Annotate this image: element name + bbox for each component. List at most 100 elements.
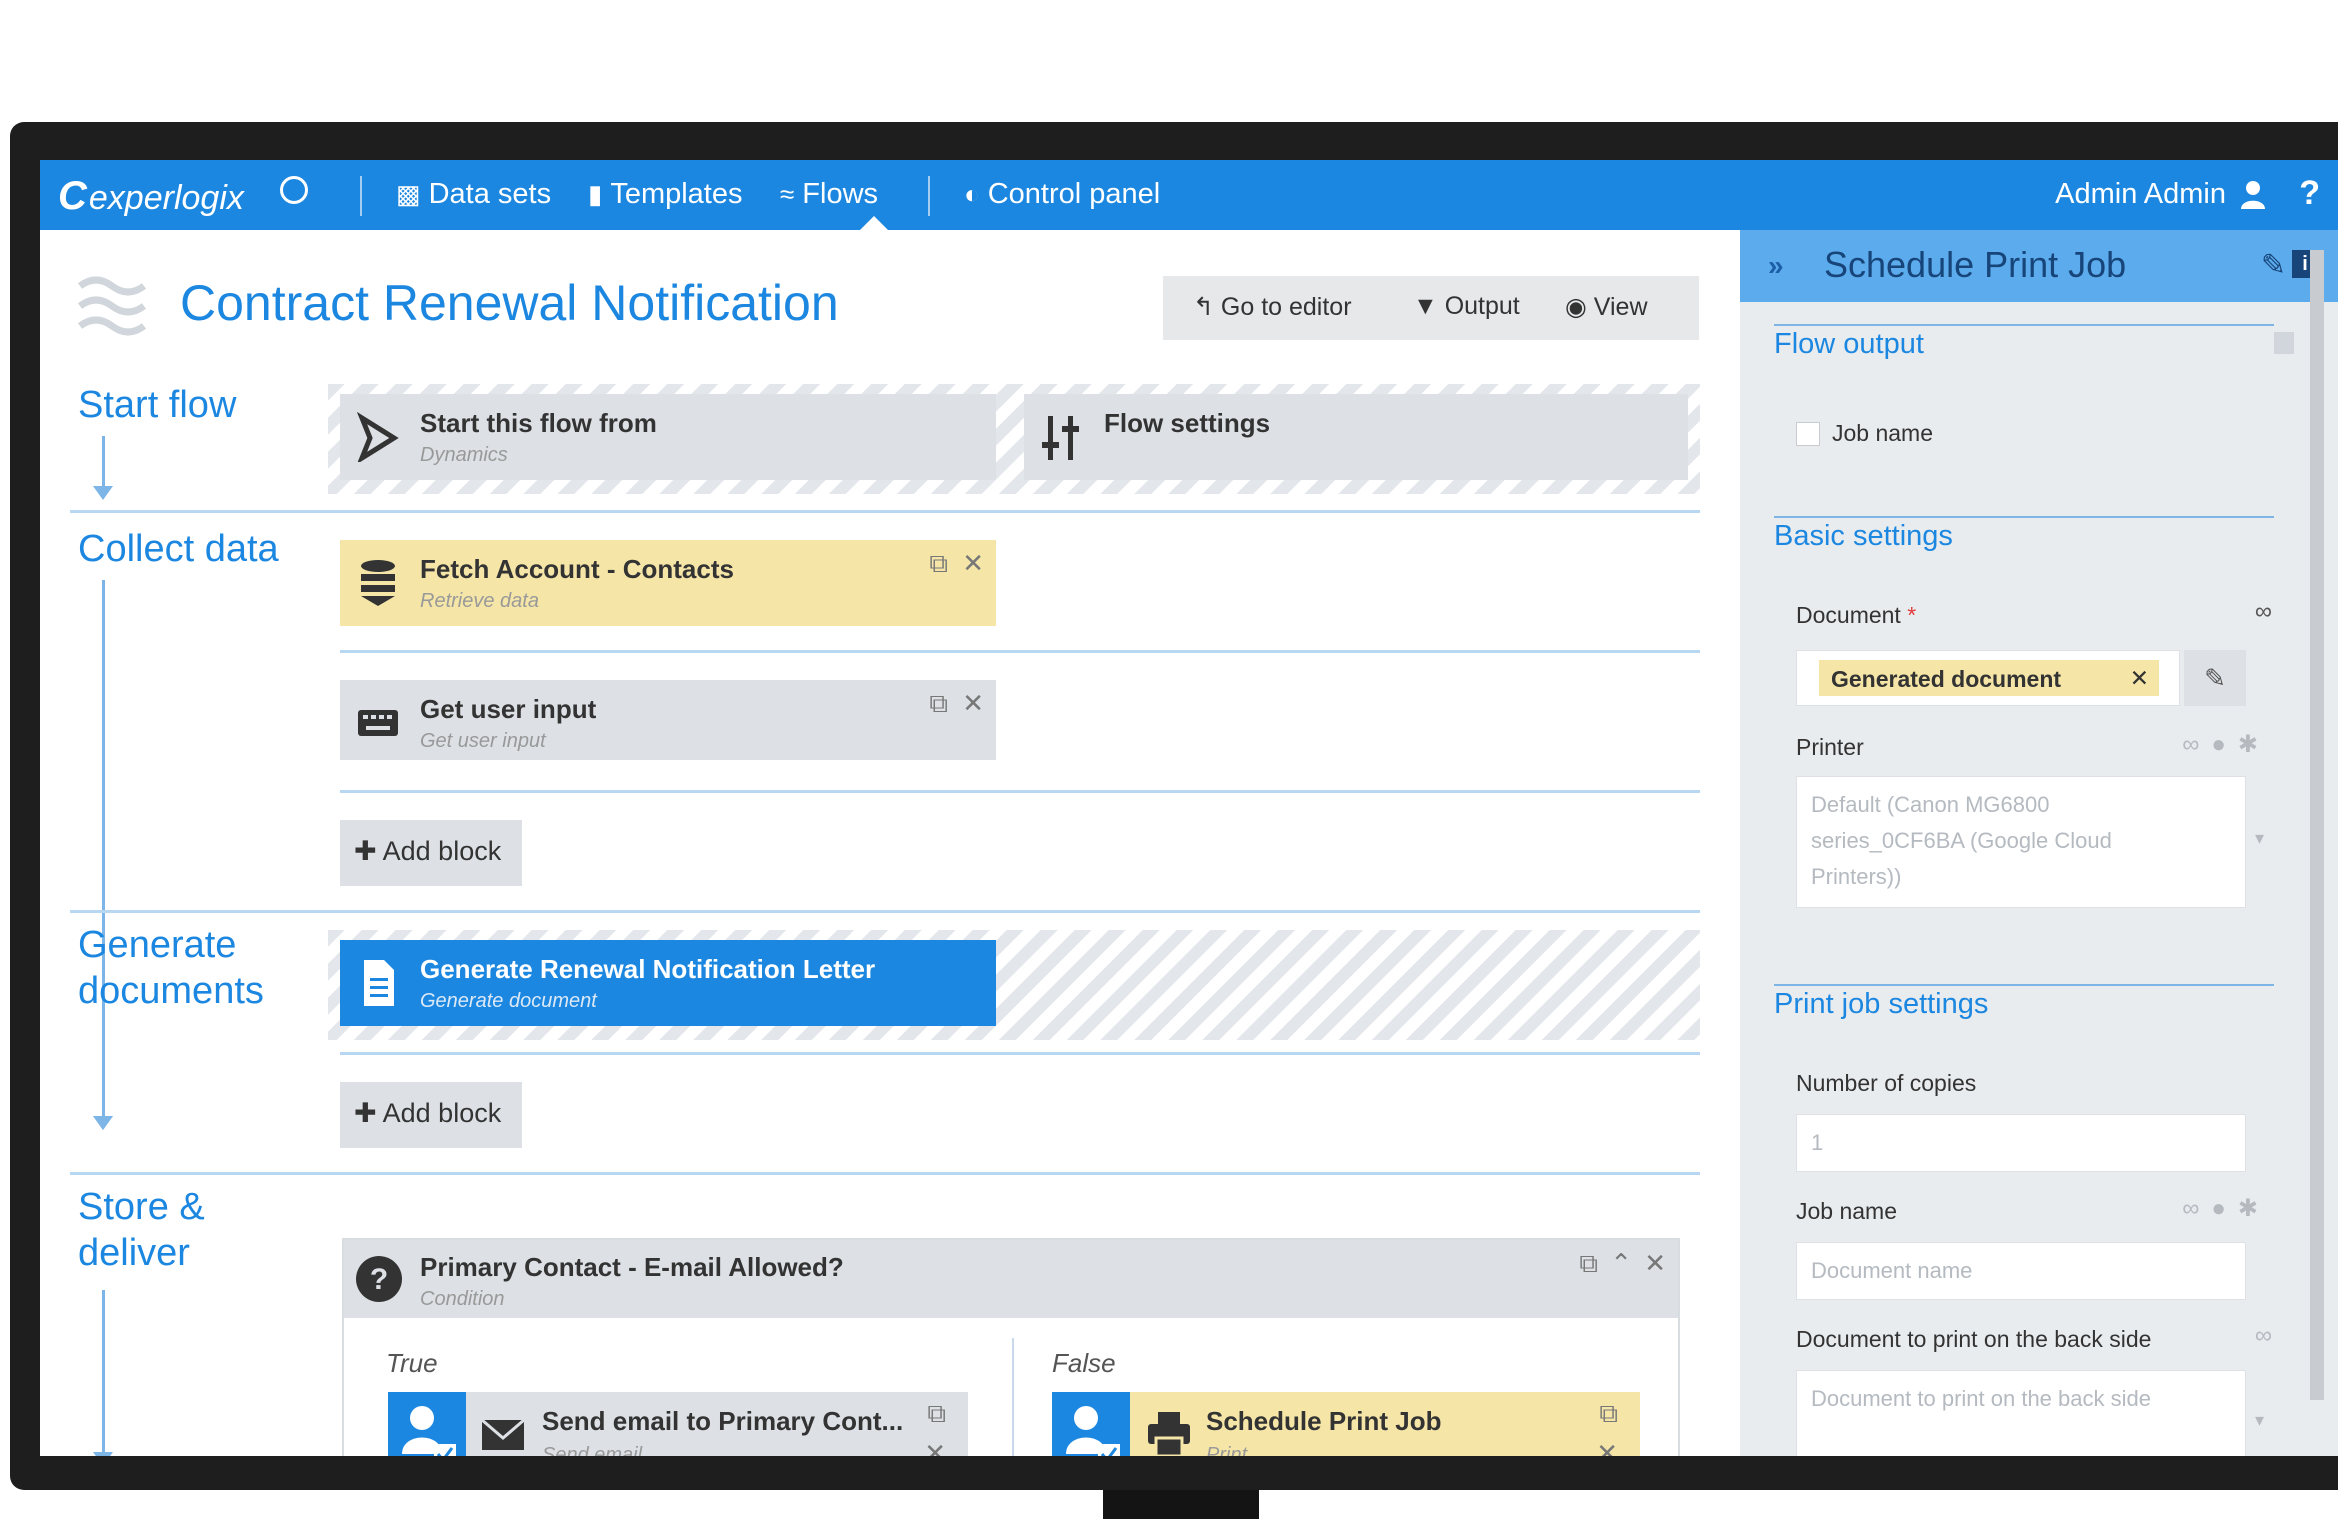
start-from-block[interactable]: Start this flow from Dynamics — [340, 394, 996, 480]
job-name-checkbox[interactable] — [1796, 422, 1820, 446]
go-to-editor-button[interactable]: ↰ Go to editor — [1193, 292, 1352, 322]
close-icon[interactable]: ✕ — [962, 688, 984, 719]
generate-letter-block[interactable]: Generate Renewal Notification Letter Gen… — [340, 940, 996, 1026]
copy-icon[interactable]: ⧉ — [929, 688, 948, 720]
nav-control-panel[interactable]: ◐ Control panel — [964, 178, 1160, 211]
condition-header[interactable]: ? Primary Contact - E-mail Allowed? Cond… — [344, 1240, 1678, 1318]
basic-settings-heading: Basic settings — [1774, 520, 1953, 552]
section-divider — [1774, 984, 2274, 986]
active-nav-indicator — [860, 216, 888, 230]
printer-select[interactable]: Default (Canon MG6800 series_0CF6BA (Goo… — [1796, 776, 2246, 908]
monitor-stand — [1103, 1490, 1259, 1519]
block-separator — [340, 1052, 1700, 1055]
job-name-label: Job name — [1796, 1198, 1898, 1224]
database-icon — [361, 560, 395, 606]
field-option-icons[interactable]: ∞●✱ — [2182, 730, 2270, 759]
page-toolbar: ↰ Go to editor ▼ Output ◉ View — [1163, 276, 1699, 340]
stage-store-deliver: Store & deliver — [78, 1186, 205, 1274]
nav-divider — [928, 176, 930, 216]
copy-icon[interactable]: ⧉ — [1599, 1398, 1618, 1430]
back-side-select[interactable]: Document to print on the back side — [1796, 1370, 2246, 1456]
close-icon[interactable]: ✕ — [1596, 1438, 1618, 1456]
edit-document-button[interactable]: ✎ — [2184, 650, 2246, 706]
add-block-button[interactable]: ✚ Add block — [340, 1082, 522, 1148]
chevron-down-icon[interactable]: ▾ — [2255, 828, 2264, 849]
collapse-panel-icon[interactable]: » — [1768, 250, 1784, 282]
keyboard-icon — [358, 710, 398, 736]
link-icon[interactable]: ∞ — [2255, 1322, 2272, 1350]
panel-title: Schedule Print Job — [1824, 244, 2127, 285]
link-icon[interactable]: ∞ — [2255, 598, 2272, 626]
flows-icon: ≈ — [780, 179, 795, 209]
stage-start-flow: Start flow — [78, 384, 237, 426]
close-icon[interactable]: ✕ — [924, 1438, 946, 1456]
page-title: Contract Renewal Notification — [180, 275, 839, 331]
logo[interactable]: Cexperlogix — [58, 174, 244, 219]
stage-generate-documents: Generate documents — [78, 924, 264, 1012]
document-label: Document * — [1796, 602, 1917, 628]
document-tag: Generated document ✕ — [1819, 660, 2159, 696]
field-option-icons[interactable]: ∞●✱ — [2182, 1194, 2270, 1223]
close-icon[interactable]: ✕ — [1644, 1248, 1666, 1279]
schedule-print-block[interactable]: Schedule Print Job Print ⧉ ✕ — [1052, 1392, 1640, 1456]
flow-settings-block[interactable]: Flow settings — [1024, 394, 1688, 480]
copy-icon[interactable]: ⧉ — [1579, 1248, 1598, 1280]
edit-icon[interactable]: ✎ — [2261, 248, 2286, 283]
contact-icon — [1052, 1392, 1130, 1456]
copies-input[interactable]: 1 — [1796, 1114, 2246, 1172]
condition-block[interactable]: ? Primary Contact - E-mail Allowed? Cond… — [342, 1238, 1680, 1456]
nav-data-sets[interactable]: ▩ Data sets — [396, 178, 551, 211]
info-icon[interactable] — [2274, 332, 2294, 354]
job-name-checkbox-label: Job name — [1832, 420, 1934, 446]
stage-arrow — [93, 436, 113, 500]
nav-templates[interactable]: ▮ Templates — [588, 178, 742, 211]
collapse-icon[interactable]: ⌃ — [1610, 1248, 1632, 1279]
eye-icon: ◉ — [1565, 293, 1587, 321]
question-circle-icon: ? — [356, 1256, 402, 1302]
envelope-icon — [481, 1418, 525, 1450]
view-button[interactable]: ◉ View — [1565, 292, 1648, 322]
job-name-input[interactable]: Document name — [1796, 1242, 2246, 1300]
user-name[interactable]: Admin Admin — [2055, 178, 2226, 211]
block-separator — [340, 790, 1700, 793]
user-input-block[interactable]: Get user input Get user input ⧉ ✕ — [340, 680, 996, 760]
output-button[interactable]: ▼ Output — [1413, 292, 1520, 321]
output-icon: ▼ — [1413, 292, 1438, 320]
fetch-contacts-block[interactable]: Fetch Account - Contacts Retrieve data ⧉… — [340, 540, 996, 626]
sitemap-icon: ▩ — [396, 179, 421, 209]
document-icon — [364, 960, 394, 1006]
block-separator — [340, 650, 1700, 653]
panel-header: » Schedule Print Job ✎ i — [1740, 230, 2338, 302]
copy-icon[interactable]: ⧉ — [927, 1398, 946, 1430]
sliders-icon — [1042, 416, 1079, 460]
user-icon[interactable] — [2240, 180, 2266, 210]
undo-arrow-icon: ↰ — [1193, 293, 1214, 321]
top-navbar: Cexperlogix ▩ Data sets ▮ Templates ≈ Flows… — [40, 160, 2338, 230]
printer-label: Printer — [1796, 734, 1864, 760]
printer-icon — [1148, 1412, 1190, 1456]
contact-icon — [388, 1392, 466, 1456]
panel-scrollbar[interactable] — [2310, 250, 2324, 1400]
document-select[interactable]: Generated document ✕ — [1796, 650, 2180, 706]
nav-flows[interactable]: ≈ Flows — [780, 178, 878, 211]
stage-divider — [70, 1172, 1700, 1175]
close-icon[interactable]: ✕ — [962, 548, 984, 579]
block-settings-panel: » Schedule Print Job ✎ i Flow output Job… — [1740, 230, 2338, 1456]
add-block-button[interactable]: ✚ Add block — [340, 820, 522, 886]
true-branch-label: True — [386, 1348, 438, 1378]
dynamics-icon — [356, 412, 399, 462]
flows-icon — [77, 276, 147, 336]
copy-icon[interactable]: ⧉ — [929, 548, 948, 580]
flow-output-heading: Flow output — [1774, 328, 1924, 360]
gauge-icon: ◐ — [964, 179, 980, 209]
dashboard-icon[interactable] — [280, 176, 308, 204]
help-icon[interactable]: ? — [2299, 174, 2320, 213]
remove-tag-icon[interactable]: ✕ — [2130, 665, 2149, 692]
send-email-block[interactable]: Send email to Primary Cont... Send email… — [388, 1392, 968, 1456]
chevron-down-icon[interactable]: ▾ — [2255, 1410, 2264, 1431]
stage-arrow — [93, 1290, 113, 1456]
section-divider — [1774, 516, 2274, 518]
plus-icon: ✚ — [354, 1098, 377, 1128]
stage-collect-data: Collect data — [78, 528, 279, 570]
stage-divider — [70, 910, 1700, 913]
